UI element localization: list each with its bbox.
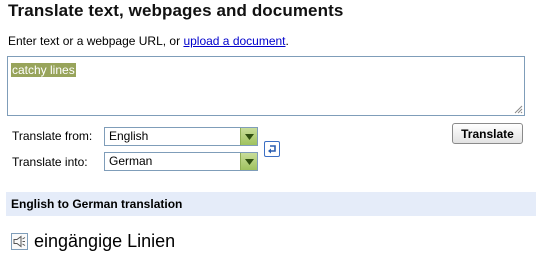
swap-languages-icon bbox=[267, 144, 276, 153]
instructions-suffix: . bbox=[285, 34, 289, 48]
translate-from-select[interactable]: English bbox=[104, 127, 258, 146]
translate-button[interactable]: Translate bbox=[452, 123, 523, 144]
result-header: English to German translation bbox=[6, 192, 536, 216]
translation-result: eingängige Linien bbox=[34, 231, 176, 251]
instructions-label: Enter text or a webpage URL, or bbox=[8, 34, 184, 48]
chevron-down-icon[interactable] bbox=[240, 128, 257, 145]
translate-into-select[interactable]: German bbox=[104, 152, 258, 171]
listen-button[interactable] bbox=[11, 233, 28, 250]
translate-from-label: Translate from: bbox=[12, 129, 93, 143]
speaker-icon bbox=[13, 235, 26, 248]
translate-into-value: German bbox=[109, 154, 153, 168]
selected-source-text[interactable]: catchy lines bbox=[11, 63, 76, 77]
translate-into-label: Translate into: bbox=[12, 155, 88, 169]
instructions-text: Enter text or a webpage URL, or upload a… bbox=[8, 34, 289, 48]
source-text-input[interactable]: catchy lines bbox=[7, 56, 525, 116]
upload-document-link[interactable]: upload a document bbox=[183, 34, 285, 48]
translate-from-value: English bbox=[109, 129, 149, 143]
swap-languages-button[interactable] bbox=[264, 141, 280, 157]
resize-grip-icon[interactable] bbox=[514, 105, 523, 114]
chevron-down-icon[interactable] bbox=[240, 153, 257, 170]
page-title: Translate text, webpages and documents bbox=[8, 1, 344, 20]
